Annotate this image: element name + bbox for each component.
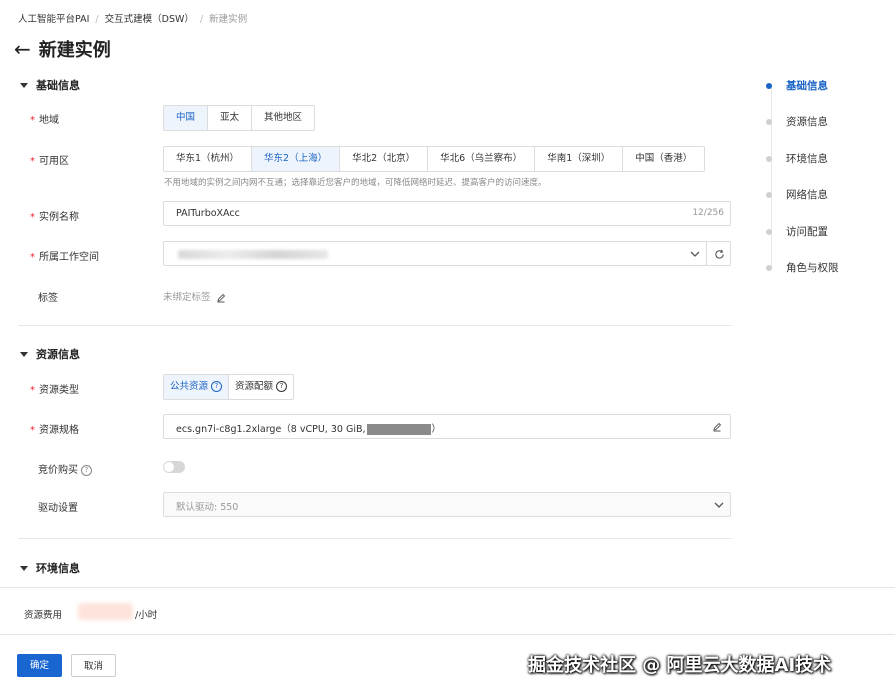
redacted-spec-detail xyxy=(366,424,431,435)
resource-type-label: * 资源类型 xyxy=(30,385,79,396)
toc-item-env[interactable]: 环境信息 xyxy=(766,151,828,166)
toc-track xyxy=(771,85,772,268)
collapse-caret-icon xyxy=(20,565,28,571)
breadcrumb-item-pai[interactable]: 人工智能平台PAI xyxy=(18,14,89,25)
section-header-env[interactable]: 环境信息 xyxy=(20,560,80,576)
driver-select[interactable]: 默认驱动: 550 xyxy=(163,492,731,517)
toc-dot xyxy=(766,118,772,125)
section-header-resource[interactable]: 资源信息 xyxy=(20,346,80,362)
tag-label: 标签 xyxy=(38,293,58,304)
tag-value: 未绑定标签 xyxy=(163,289,226,303)
page-header: ← 新建实例 xyxy=(14,36,111,62)
breadcrumb-item-dsw[interactable]: 交互式建模（DSW） xyxy=(105,14,194,25)
help-icon[interactable]: ? xyxy=(211,381,223,392)
help-icon[interactable]: ? xyxy=(81,464,92,476)
zone-label: * 可用区 xyxy=(30,156,69,167)
zone-hint: 不用地域的实例之间内网不互通；选择靠近您客户的地域，可降低网络时延迟、提高客户的… xyxy=(164,178,547,188)
section-title-resource: 资源信息 xyxy=(36,348,80,361)
back-arrow-icon[interactable]: ← xyxy=(14,39,31,59)
cancel-button[interactable]: 取消 xyxy=(71,654,116,677)
cost-unit: /小时 xyxy=(135,610,158,621)
zone-option-hongkong[interactable]: 中国（香港） xyxy=(622,147,704,171)
edit-icon[interactable] xyxy=(712,422,722,432)
bid-purchase-toggle[interactable] xyxy=(163,461,185,473)
resource-type-public[interactable]: 公共资源? xyxy=(164,375,229,399)
toc-dot xyxy=(766,191,772,198)
instance-name-counter: 12/256 xyxy=(692,208,724,218)
toc-dot xyxy=(766,82,772,89)
resource-spec-input[interactable]: ecs.gn7i-c8g1.2xlarge（8 vCPU, 30 GiB,） xyxy=(163,414,731,439)
chevron-down-icon xyxy=(714,502,724,508)
collapse-caret-icon xyxy=(20,82,28,88)
zone-option-beijing[interactable]: 华北2（北京） xyxy=(339,147,427,171)
workspace-select[interactable] xyxy=(163,241,707,266)
page-title: 新建实例 xyxy=(38,40,111,61)
region-selector: 中国 亚太 其他地区 xyxy=(163,105,316,131)
toc-item-role[interactable]: 角色与权限 xyxy=(766,260,839,275)
region-label: * 地域 xyxy=(30,115,59,126)
resource-type-selector: 公共资源? 资源配额? xyxy=(163,374,295,400)
breadcrumb-separator: / xyxy=(95,14,99,25)
resource-spec-label: * 资源规格 xyxy=(30,425,79,436)
cost-label: 资源费用 xyxy=(24,610,63,621)
help-icon[interactable]: ? xyxy=(276,381,288,392)
confirm-button[interactable]: 确定 xyxy=(17,654,62,677)
section-divider xyxy=(18,538,732,539)
driver-value: 默认驱动: 550 xyxy=(176,502,239,513)
bid-purchase-label: 竞价购买? xyxy=(38,461,92,476)
footer-divider xyxy=(0,587,895,588)
breadcrumb-current: 新建实例 xyxy=(209,14,248,25)
zone-option-ulanqab[interactable]: 华北6（乌兰察布） xyxy=(427,147,534,171)
refresh-icon xyxy=(715,249,724,259)
collapse-caret-icon xyxy=(20,351,28,357)
redacted-workspace-value xyxy=(178,250,328,259)
instance-name-value: PAITurboXAcc xyxy=(176,208,240,219)
instance-name-input[interactable]: PAITurboXAcc 12/256 xyxy=(163,201,731,226)
toc-item-network[interactable]: 网络信息 xyxy=(766,187,828,202)
workspace-label: * 所属工作空间 xyxy=(30,252,99,263)
zone-option-shanghai[interactable]: 华东2（上海） xyxy=(251,147,340,171)
toc-dot xyxy=(766,228,772,235)
refresh-button[interactable] xyxy=(706,241,731,266)
resource-type-quota[interactable]: 资源配额? xyxy=(228,375,293,399)
section-divider xyxy=(18,325,732,326)
resource-spec-value: ecs.gn7i-c8g1.2xlarge（8 vCPU, 30 GiB,） xyxy=(176,424,442,435)
section-title-env: 环境信息 xyxy=(36,562,80,575)
chevron-down-icon xyxy=(690,251,700,257)
toc-dot xyxy=(766,264,772,271)
zone-selector: 华东1（杭州） 华东2（上海） 华北2（北京） 华北6（乌兰察布） 华南1（深圳… xyxy=(163,146,706,172)
driver-label: 驱动设置 xyxy=(38,503,78,514)
toc-item-access[interactable]: 访问配置 xyxy=(766,224,828,239)
breadcrumb: 人工智能平台PAI / 交互式建模（DSW） / 新建实例 xyxy=(18,11,247,25)
region-option-other[interactable]: 其他地区 xyxy=(251,106,314,130)
zone-option-shenzhen[interactable]: 华南1（深圳） xyxy=(534,147,622,171)
breadcrumb-separator: / xyxy=(199,14,204,25)
edit-icon[interactable] xyxy=(216,293,226,303)
redacted-cost-value xyxy=(78,603,133,620)
zone-option-hangzhou[interactable]: 华东1（杭州） xyxy=(164,147,251,171)
toc-item-resource[interactable]: 资源信息 xyxy=(766,114,828,129)
toc-item-basic[interactable]: 基础信息 xyxy=(766,78,828,93)
region-option-apac[interactable]: 亚太 xyxy=(207,106,251,130)
watermark: 掘金技术社区 @ 阿里云大数据AI技术 xyxy=(528,655,832,676)
instance-name-label: * 实例名称 xyxy=(30,212,79,223)
region-option-china[interactable]: 中国 xyxy=(164,106,208,130)
toc-dot xyxy=(766,155,772,162)
footer-divider xyxy=(0,634,895,635)
section-header-basic[interactable]: 基础信息 xyxy=(20,77,80,93)
section-title-basic: 基础信息 xyxy=(36,79,80,92)
